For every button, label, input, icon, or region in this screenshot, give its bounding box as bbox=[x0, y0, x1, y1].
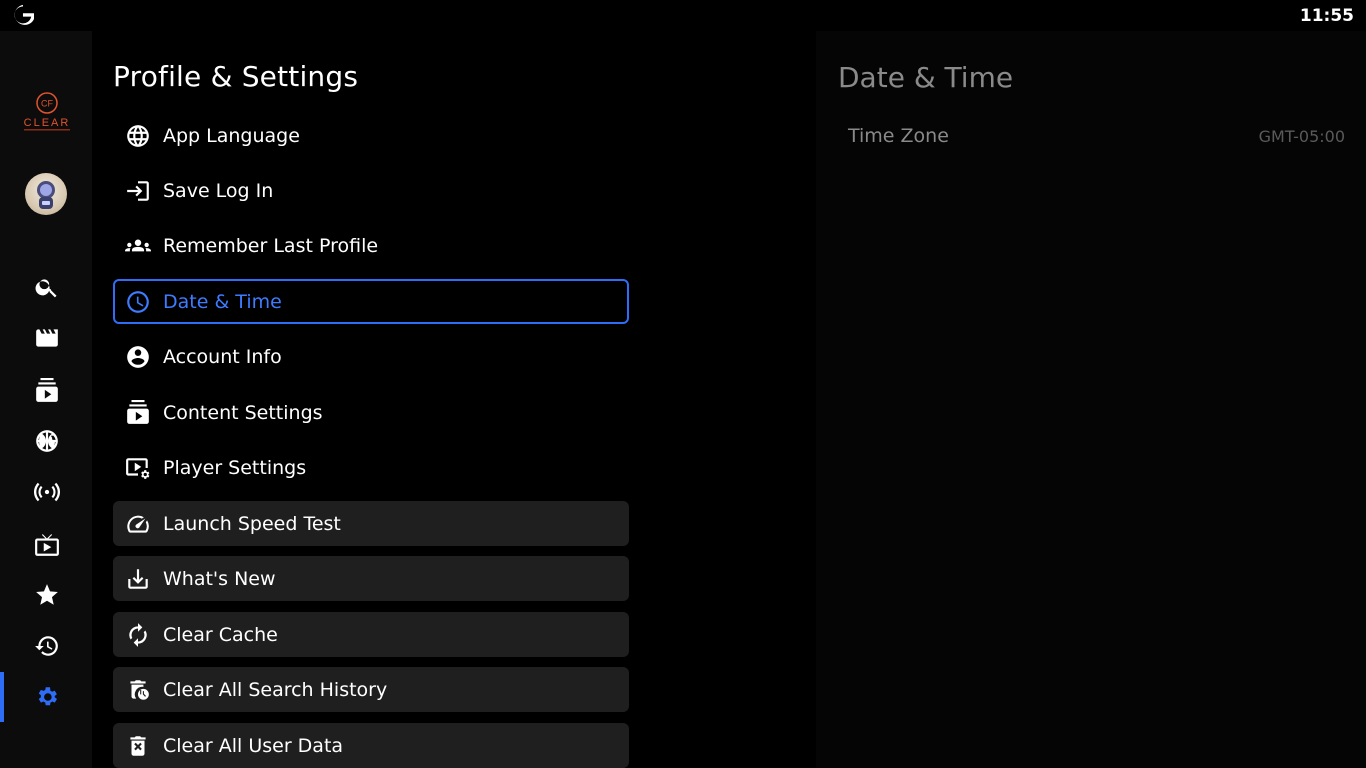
history-icon bbox=[35, 636, 58, 656]
settings-panel: Profile & Settings App Language Save Log… bbox=[92, 31, 816, 768]
settings-item-label: Launch Speed Test bbox=[163, 512, 341, 535]
settings-item-label: App Language bbox=[163, 124, 300, 147]
tv-icon bbox=[35, 534, 59, 556]
g-logo-icon bbox=[14, 4, 34, 25]
rail-live[interactable] bbox=[32, 477, 62, 507]
settings-item-label: What's New bbox=[163, 567, 276, 590]
login-icon bbox=[127, 180, 149, 201]
time-zone-value: GMT-05:00 bbox=[1258, 126, 1345, 146]
settings-item-label: Content Settings bbox=[163, 401, 323, 424]
content-icon bbox=[127, 399, 149, 424]
svg-text:CLEAR: CLEAR bbox=[24, 117, 71, 129]
settings-item-label: Clear All Search History bbox=[163, 678, 388, 701]
svg-text:CF: CF bbox=[41, 99, 53, 109]
movie-icon bbox=[36, 329, 58, 347]
delete-icon bbox=[130, 735, 146, 756]
series-icon bbox=[36, 378, 58, 402]
rail-search[interactable] bbox=[32, 272, 62, 302]
detail-title: Date & Time bbox=[838, 61, 1014, 94]
account-icon bbox=[127, 345, 149, 368]
delete-history-icon bbox=[130, 679, 149, 700]
settings-icon bbox=[38, 687, 57, 706]
globe-icon bbox=[127, 124, 149, 147]
avatar[interactable] bbox=[25, 173, 67, 215]
sports-icon bbox=[36, 430, 58, 452]
settings-item-player-settings[interactable]: Player Settings bbox=[113, 445, 629, 490]
clock-icon bbox=[127, 290, 149, 313]
rail-favorites[interactable] bbox=[32, 580, 62, 610]
time-zone-label: Time Zone bbox=[848, 125, 949, 147]
rail-tv[interactable] bbox=[32, 530, 62, 560]
status-clock: 11:55 bbox=[1299, 6, 1354, 26]
brand-logo: CF CLEAR bbox=[24, 92, 71, 131]
nav-rail: CF CLEAR bbox=[0, 31, 92, 768]
settings-item-label: Remember Last Profile bbox=[163, 234, 379, 257]
live-broadcast-icon bbox=[34, 482, 60, 502]
download-icon bbox=[128, 568, 148, 589]
player-settings-icon bbox=[126, 457, 150, 479]
refresh-icon bbox=[129, 622, 147, 647]
settings-item-content-settings[interactable]: Content Settings bbox=[113, 390, 629, 435]
settings-item-whats-new[interactable]: What's New bbox=[113, 556, 629, 601]
astronaut-avatar-icon bbox=[37, 181, 55, 209]
page-title: Profile & Settings bbox=[113, 60, 359, 93]
star-icon bbox=[36, 584, 58, 605]
settings-item-label: Save Log In bbox=[163, 179, 274, 202]
settings-item-label: Clear All User Data bbox=[163, 734, 344, 757]
settings-item-label: Clear Cache bbox=[163, 623, 278, 646]
settings-item-clear-cache[interactable]: Clear Cache bbox=[113, 612, 629, 657]
rail-active-indicator bbox=[0, 672, 4, 722]
settings-item-date-time[interactable]: Date & Time bbox=[113, 279, 629, 324]
settings-item-launch-speed-test[interactable]: Launch Speed Test bbox=[113, 501, 629, 546]
settings-item-clear-search-history[interactable]: Clear All Search History bbox=[113, 667, 629, 712]
rail-history[interactable] bbox=[32, 631, 62, 661]
rail-movies[interactable] bbox=[32, 323, 62, 353]
search-icon bbox=[35, 279, 57, 298]
settings-item-label: Date & Time bbox=[163, 290, 282, 313]
rail-settings[interactable] bbox=[32, 682, 62, 712]
settings-item-save-log-in[interactable]: Save Log In bbox=[113, 168, 629, 213]
settings-item-clear-user-data[interactable]: Clear All User Data bbox=[113, 723, 629, 768]
detail-panel: Date & Time Time Zone GMT-05:00 bbox=[816, 31, 1366, 768]
time-zone-row[interactable]: Time Zone GMT-05:00 bbox=[838, 121, 1345, 151]
settings-item-remember-last-profile[interactable]: Remember Last Profile bbox=[113, 223, 629, 268]
speedometer-icon bbox=[127, 515, 149, 533]
settings-item-label: Account Info bbox=[163, 345, 282, 368]
settings-item-label: Player Settings bbox=[163, 456, 307, 479]
rail-sports[interactable] bbox=[32, 426, 62, 456]
group-icon bbox=[125, 239, 151, 251]
rail-series[interactable] bbox=[32, 376, 62, 406]
settings-item-account-info[interactable]: Account Info bbox=[113, 334, 629, 379]
settings-item-app-language[interactable]: App Language bbox=[113, 113, 629, 158]
status-bar: 11:55 bbox=[0, 0, 1366, 31]
